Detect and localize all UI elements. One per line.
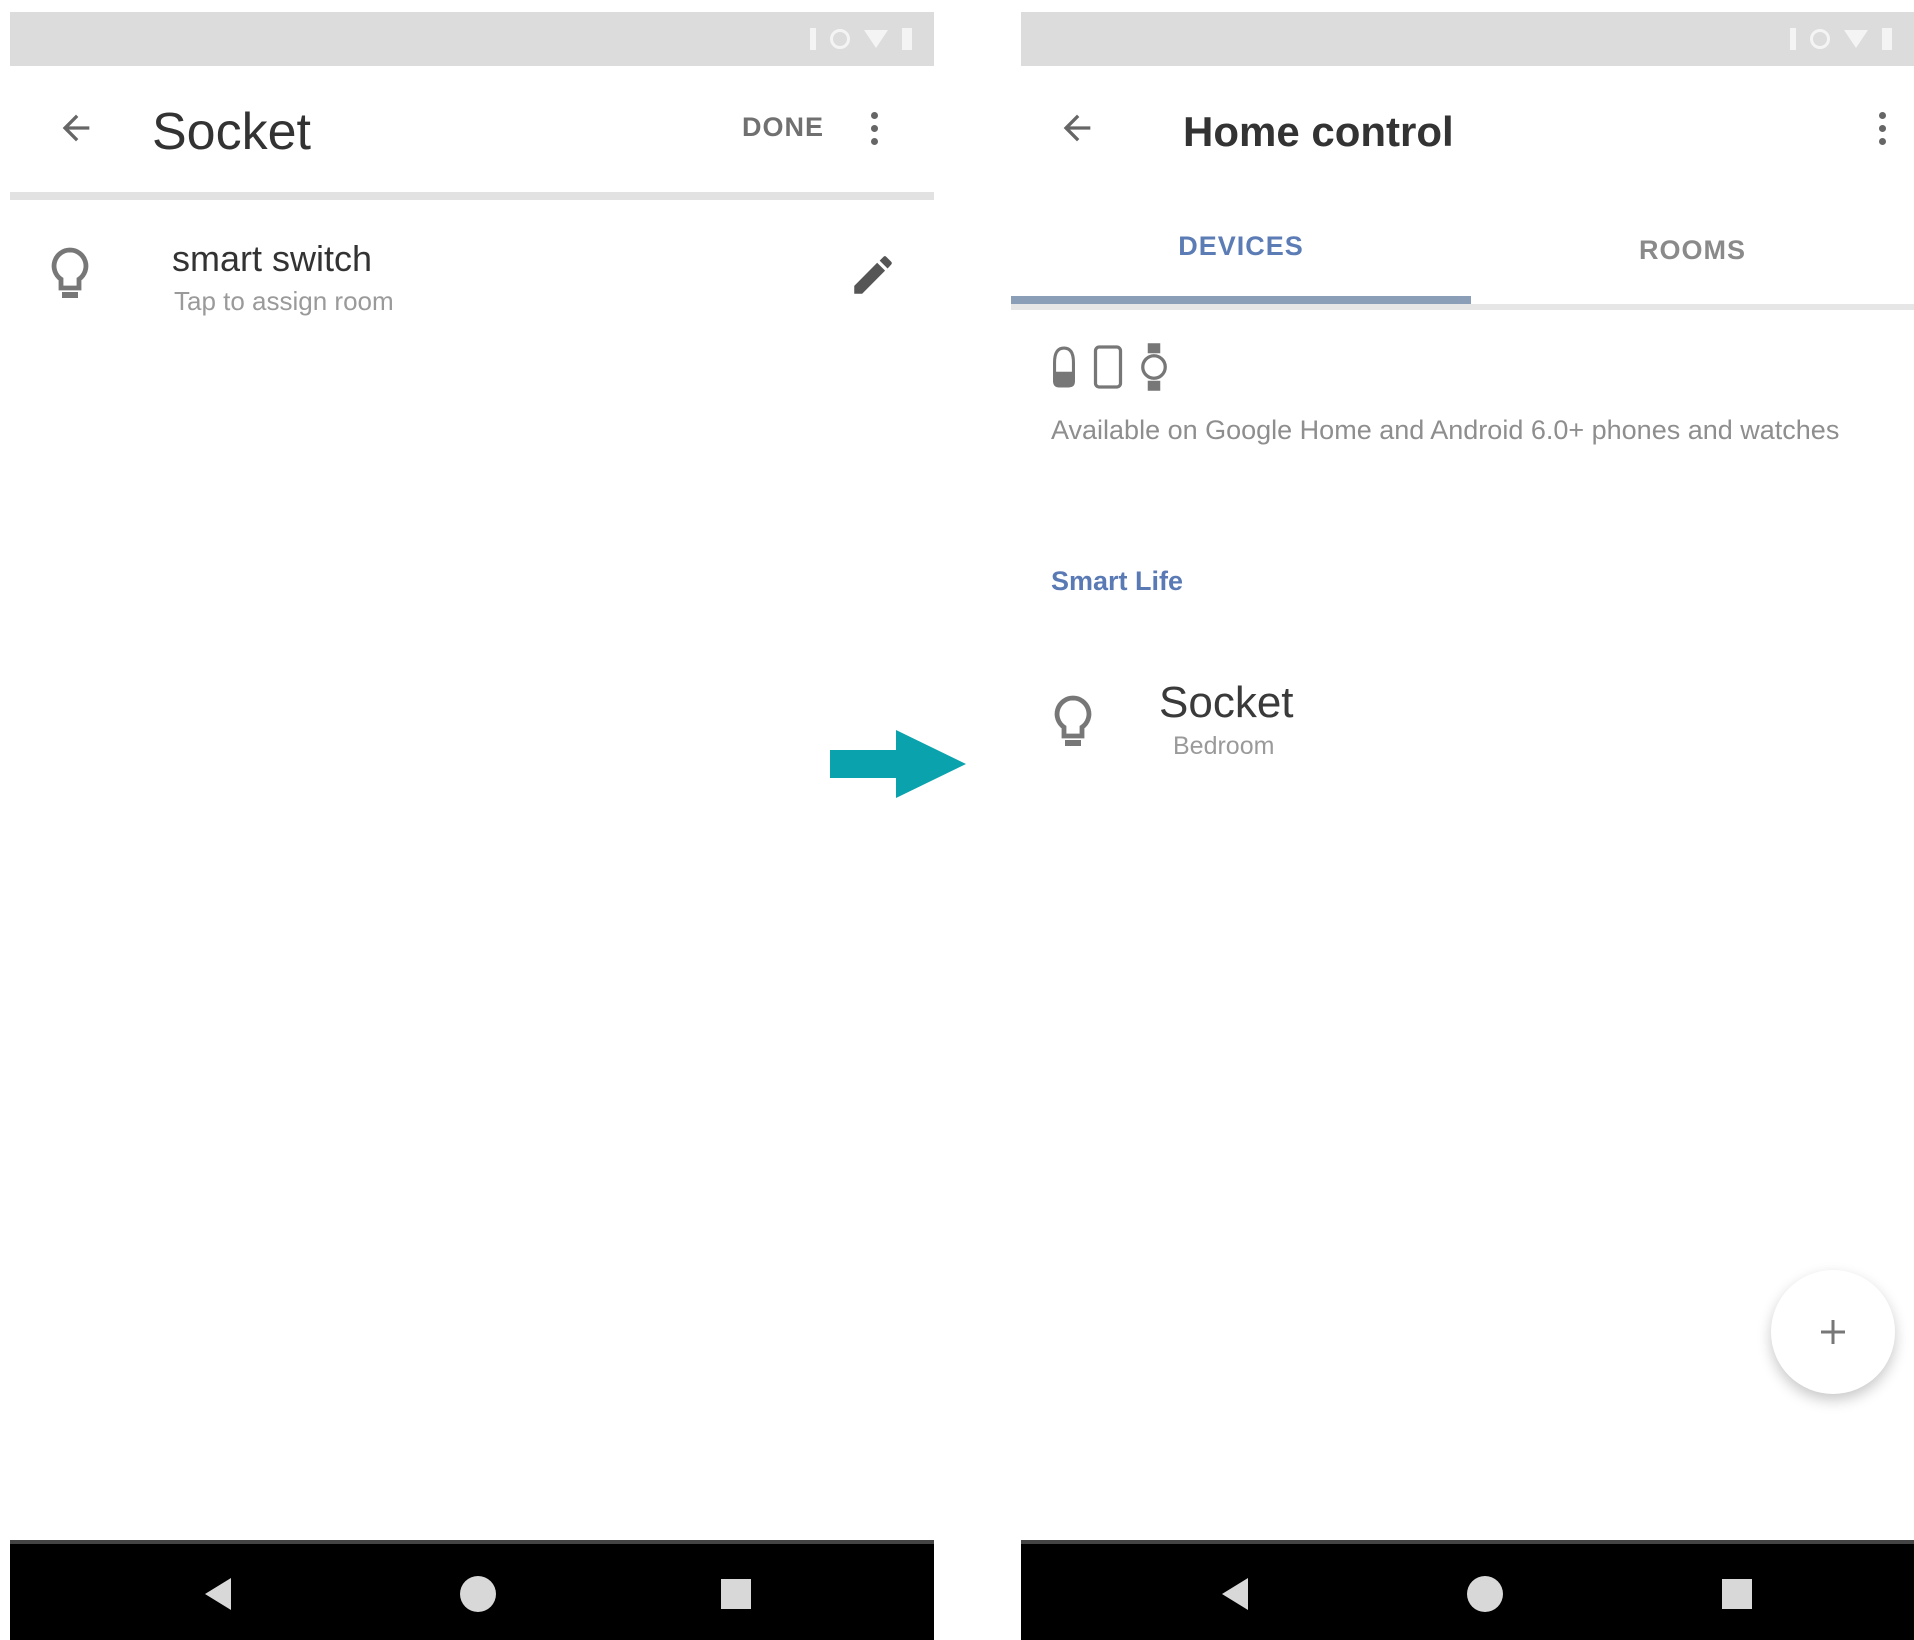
plus-icon — [1821, 1320, 1845, 1344]
status-indicator-icon — [1790, 28, 1796, 50]
nav-back-icon[interactable] — [1211, 1570, 1259, 1618]
google-home-icon — [1053, 346, 1075, 388]
app-bar: Home control — [1021, 68, 1914, 192]
tab-rooms[interactable]: ROOMS — [1471, 196, 1914, 304]
back-arrow-icon[interactable] — [1047, 98, 1107, 158]
pencil-icon[interactable] — [848, 250, 898, 300]
more-vert-icon[interactable] — [864, 98, 884, 158]
status-bar — [1021, 12, 1914, 66]
section-header: Smart Life — [1051, 566, 1184, 596]
supported-devices-icons — [1051, 338, 1169, 396]
tab-devices[interactable]: DEVICES — [1011, 196, 1471, 304]
nav-home-icon[interactable] — [454, 1570, 502, 1618]
more-vert-icon[interactable] — [1872, 98, 1892, 158]
watch-icon — [1141, 343, 1167, 391]
device-name: Socket — [1159, 678, 1294, 727]
sync-icon — [830, 29, 850, 49]
device-list-item[interactable]: smart switch Tap to assign room — [10, 220, 934, 320]
device-name: smart switch — [172, 238, 373, 279]
nav-back-icon[interactable] — [194, 1570, 242, 1618]
status-indicator-icon — [810, 28, 816, 50]
tab-bar: DEVICES ROOMS — [1011, 196, 1914, 310]
status-bar — [10, 12, 934, 66]
page-title: Socket — [152, 103, 311, 161]
availability-note: Available on Google Home and Android 6.0… — [1051, 415, 1840, 445]
app-bar: Socket DONE — [10, 68, 934, 200]
page-title: Home control — [1183, 108, 1454, 155]
right-screen: Home control DEVICES ROOMS Available on … — [1011, 0, 1914, 1640]
device-list-item[interactable]: Socket Bedroom — [1011, 664, 1914, 764]
right-arrow-icon — [830, 730, 966, 798]
sync-icon — [1810, 29, 1830, 49]
device-room: Bedroom — [1173, 732, 1275, 760]
add-device-button[interactable] — [1771, 1270, 1895, 1394]
wifi-icon — [864, 30, 888, 48]
phone-icon — [1093, 345, 1123, 389]
wifi-icon — [1844, 30, 1868, 48]
battery-icon — [902, 28, 912, 50]
nav-home-icon[interactable] — [1461, 1570, 1509, 1618]
back-arrow-icon[interactable] — [46, 98, 106, 158]
left-screen: Socket DONE smart switch Tap to assign r… — [0, 0, 934, 1640]
device-room-hint: Tap to assign room — [174, 286, 394, 316]
nav-recents-icon[interactable] — [712, 1570, 760, 1618]
lightbulb-icon — [48, 246, 92, 308]
done-button[interactable]: DONE — [742, 112, 824, 143]
lightbulb-icon — [1051, 694, 1095, 756]
battery-icon — [1882, 28, 1892, 50]
nav-recents-icon[interactable] — [1713, 1570, 1761, 1618]
system-nav-bar — [10, 1540, 934, 1640]
system-nav-bar — [1021, 1540, 1914, 1640]
